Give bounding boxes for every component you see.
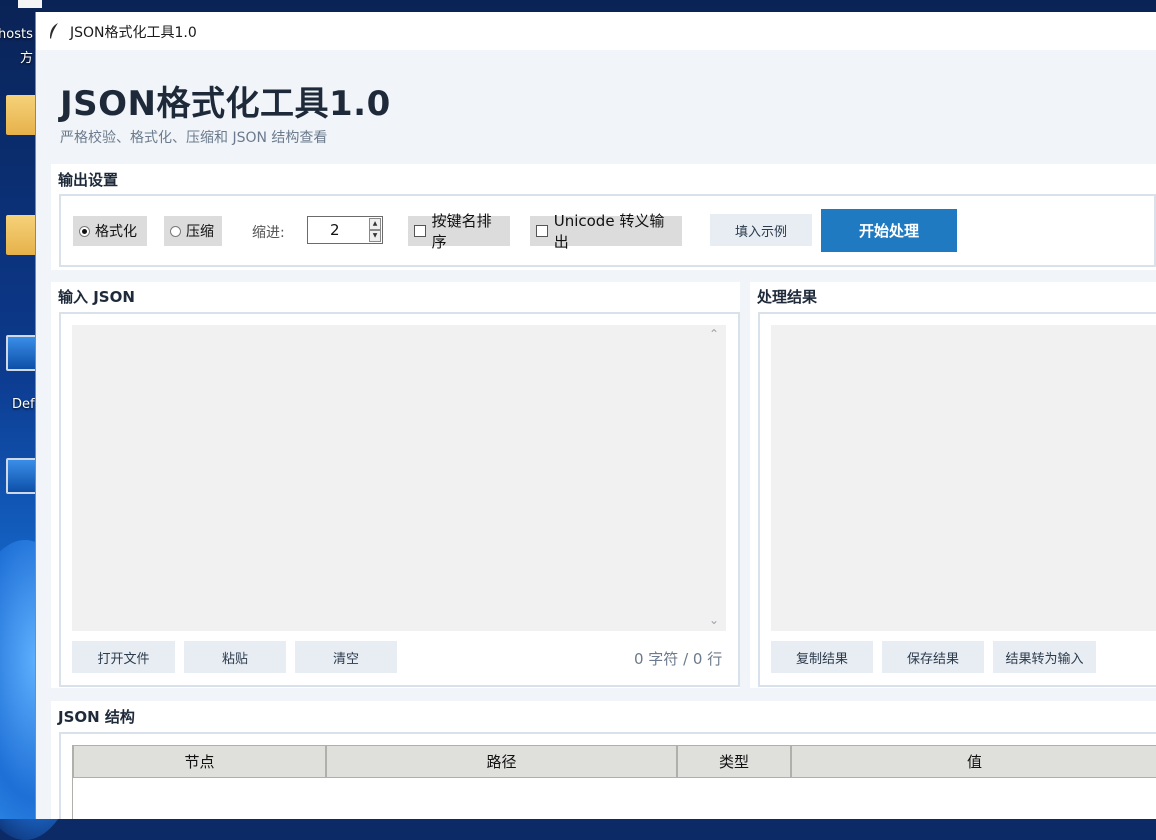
mode-compress-radio[interactable]: 压缩 [164,216,222,246]
desktop-file-icon[interactable] [18,0,42,8]
unicode-escape-label: Unicode 转义输出 [553,212,665,251]
title-bar[interactable]: JSON格式化工具1.0 [36,12,1156,50]
sort-keys-checkbox[interactable]: 按键名排序 [408,212,510,251]
scroll-up-icon[interactable]: ⌃ [709,327,719,341]
result-textarea[interactable] [771,325,1156,631]
input-scrollbar[interactable]: ⌃ ⌄ [704,325,726,631]
checkbox-icon [414,225,426,237]
checkbox-icon [536,225,548,237]
column-header-value[interactable]: 值 [791,745,1156,778]
indent-spinbox[interactable]: 2 ▲ ▼ [307,216,383,244]
copy-result-button[interactable]: 复制结果 [771,641,873,673]
open-file-button[interactable]: 打开文件 [72,641,175,673]
scroll-down-icon[interactable]: ⌄ [709,613,719,627]
structure-label: JSON 结构 [58,708,135,726]
input-textarea[interactable] [72,325,704,631]
save-result-button[interactable]: 保存结果 [882,641,984,673]
column-header-path[interactable]: 路径 [326,745,677,778]
sort-keys-label: 按键名排序 [431,212,492,251]
spin-buttons: ▲ ▼ [369,218,381,242]
desktop-label-hosts[interactable]: hosts [0,27,33,42]
folder-icon[interactable] [6,95,40,135]
start-button[interactable]: 开始处理 [821,209,957,252]
fill-example-button[interactable]: 填入示例 [710,214,812,246]
indent-label: 缩进: [252,225,285,241]
result-label: 处理结果 [757,288,818,306]
char-line-count: 0 字符 / 0 行 [634,650,723,668]
window-title: JSON格式化工具1.0 [70,25,197,41]
page-subtitle: 严格校验、格式化、压缩和 JSON 结构查看 [60,130,328,146]
desktop-label-fang[interactable]: 方 [20,47,33,66]
app-window: JSON格式化工具1.0 JSON格式化工具1.0 严格校验、格式化、压缩和 J… [36,12,1156,819]
structure-tree[interactable]: 节点 路径 类型 值 [72,745,1156,819]
spin-up-icon[interactable]: ▲ [369,218,381,230]
mode-format-radio[interactable]: 格式化 [73,216,147,246]
result-to-input-button[interactable]: 结果转为输入 [993,641,1096,673]
indent-value[interactable]: 2 [330,221,340,239]
desktop-label-def[interactable]: Def [12,397,35,412]
radio-selected-icon [79,225,90,237]
column-header-type[interactable]: 类型 [677,745,791,778]
radio-unselected-icon [170,225,181,237]
input-label: 输入 JSON [58,288,135,306]
unicode-escape-checkbox[interactable]: Unicode 转义输出 [530,212,682,251]
mode-compress-label: 压缩 [186,224,214,240]
folder-icon[interactable] [6,215,40,255]
spin-down-icon[interactable]: ▼ [369,230,381,242]
feather-icon [50,23,58,39]
clear-button[interactable]: 清空 [295,641,397,673]
mode-format-label: 格式化 [95,224,137,240]
output-settings-label: 输出设置 [58,171,119,189]
page-title: JSON格式化工具1.0 [60,84,391,124]
paste-button[interactable]: 粘贴 [184,641,286,673]
column-header-node[interactable]: 节点 [73,745,326,778]
